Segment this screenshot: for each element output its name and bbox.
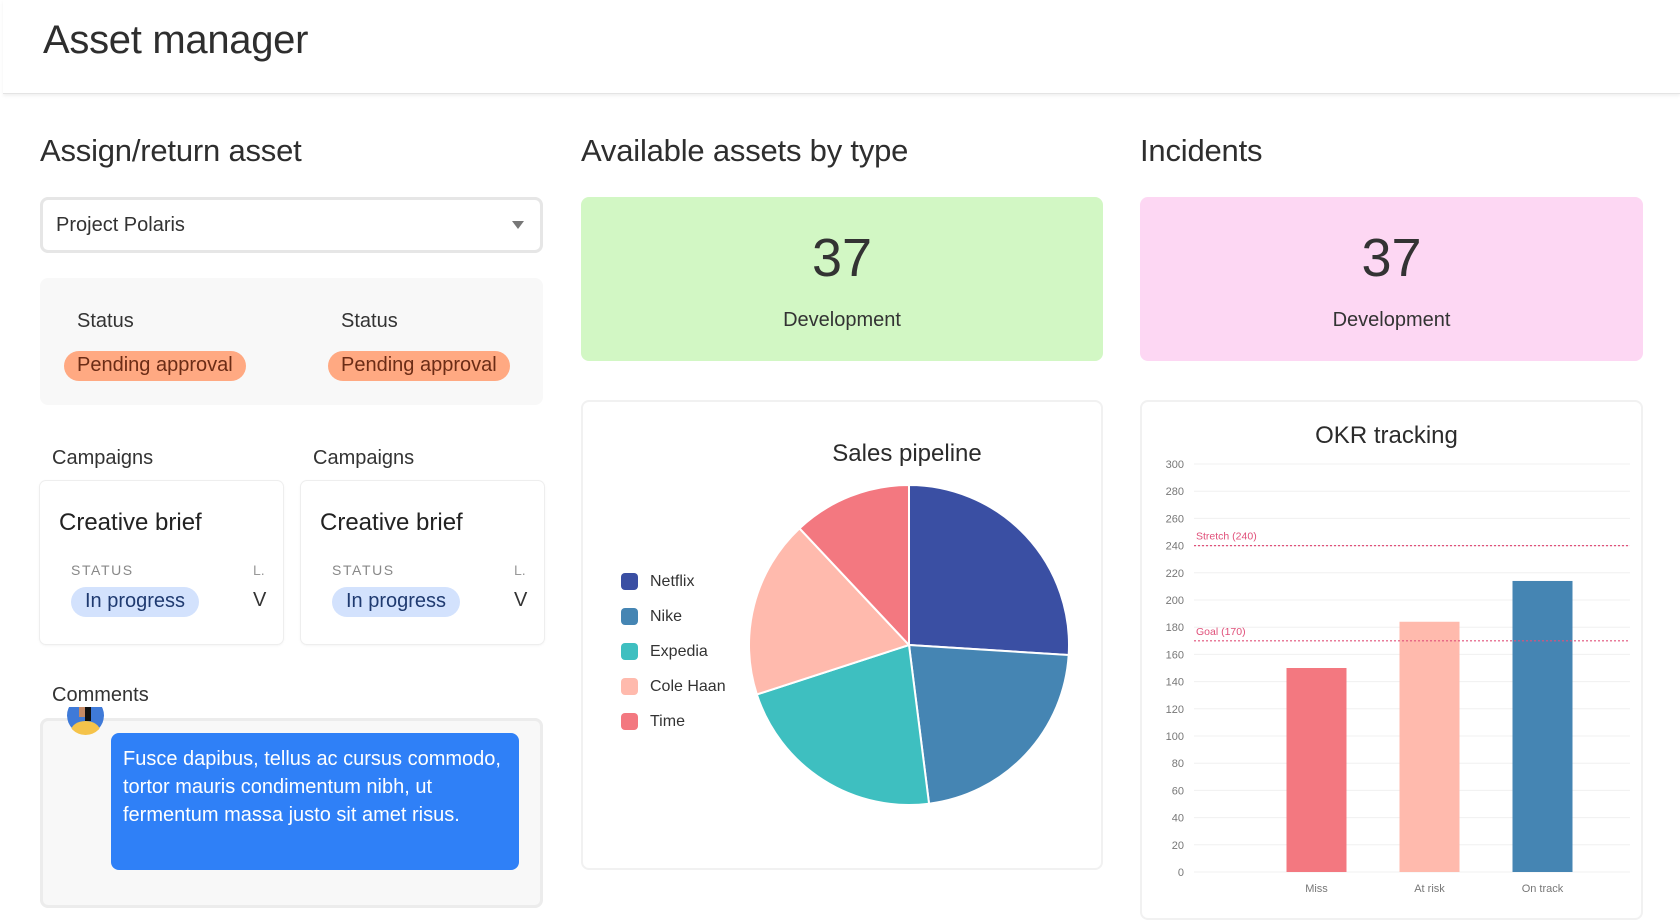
incidents-section-title: Incidents	[1140, 133, 1263, 168]
comments-list[interactable]: Fusce dapibus, tellus ac cursus commodo,…	[40, 707, 543, 908]
kpi-label: Development	[1332, 309, 1451, 331]
comment-bubble: Fusce dapibus, tellus ac cursus commodo,…	[111, 733, 519, 870]
status-panel: Status Pending approval Status Pending a…	[40, 278, 543, 405]
campaign-title: Creative brief	[59, 509, 202, 536]
y-tick-label: 160	[1166, 649, 1184, 661]
okr-tracking-card: OKR tracking 0 20 40 60 80 100 120 140 160 180 200…	[1140, 400, 1643, 920]
campaign-extra-label: L.	[514, 562, 526, 578]
y-tick-label: 40	[1172, 813, 1184, 825]
campaign-title: Creative brief	[320, 509, 463, 536]
pie-slice-netflix[interactable]	[908, 483, 1070, 657]
campaign-card[interactable]: Creative brief STATUS L. In progress V	[301, 481, 544, 644]
status-badge: Pending approval	[328, 351, 510, 381]
project-select[interactable]: Project Polaris	[40, 197, 543, 253]
y-tick-label: 280	[1166, 486, 1184, 498]
y-tick-label: 0	[1178, 867, 1184, 879]
top-bar: Asset manager	[3, 0, 1680, 94]
y-tick-label: 260	[1166, 513, 1184, 525]
kpi-value: 37	[1361, 228, 1422, 288]
campaigns-label: Campaigns	[313, 447, 415, 469]
campaign-extra-label: L.	[253, 562, 265, 578]
kpi-value: 37	[811, 228, 873, 288]
y-tick-label: 300	[1166, 459, 1184, 471]
incidents-kpi-card: 37 Development	[1140, 197, 1643, 361]
y-tick-label: 60	[1172, 785, 1184, 797]
x-tick-label: Miss	[1305, 883, 1328, 895]
available-kpi-card: 37 Development	[581, 197, 1103, 361]
sales-pipeline-card: Sales pipeline Netflix Nike Expedia Cole Ha…	[581, 400, 1103, 870]
campaign-status-label: STATUS	[332, 562, 395, 578]
pie-chart	[748, 483, 1070, 806]
x-tick-label: On track	[1522, 883, 1564, 895]
campaigns-label: Campaigns	[52, 447, 154, 469]
avatar	[67, 707, 104, 735]
status-item: Status Pending approval	[328, 310, 510, 381]
bar-miss[interactable]	[1286, 668, 1347, 872]
campaign-card[interactable]: Creative brief STATUS L. In progress V	[40, 481, 283, 644]
app-title: Asset manager	[43, 18, 309, 62]
y-tick-label: 220	[1166, 568, 1184, 580]
status-badge: Pending approval	[64, 351, 246, 381]
project-select-value: Project Polaris	[56, 213, 185, 236]
y-tick-label: 80	[1172, 758, 1184, 770]
reference-line-label: Goal (170)	[1196, 626, 1246, 638]
y-tick-label: 240	[1166, 541, 1184, 553]
y-tick-label: 20	[1172, 840, 1184, 852]
bar-on-track[interactable]	[1512, 580, 1573, 872]
bar-at-risk[interactable]	[1399, 621, 1460, 872]
y-tick-label: 120	[1166, 704, 1184, 716]
status-item: Status Pending approval	[64, 310, 246, 381]
assign-section-title: Assign/return asset	[40, 133, 302, 168]
available-section-title: Available assets by type	[581, 133, 909, 168]
status-label: Status	[341, 310, 398, 332]
reference-line-label: Stretch (240)	[1196, 531, 1257, 543]
campaign-extra-value: V	[514, 589, 528, 611]
kpi-label: Development	[783, 309, 901, 331]
y-tick-label: 180	[1166, 622, 1184, 634]
x-tick-label: At risk	[1414, 883, 1445, 895]
y-tick-label: 200	[1166, 595, 1184, 607]
campaign-extra-value: V	[253, 589, 267, 611]
y-tick-label: 100	[1166, 731, 1184, 743]
caret-down-icon	[512, 221, 524, 229]
campaign-status-badge: In progress	[71, 587, 200, 617]
pie-slice-nike[interactable]	[907, 643, 1070, 805]
bar-chart: 0 20 40 60 80 100 120 140 160 180 200 220 240 260 280 3…	[1166, 459, 1630, 895]
comments-label: Comments	[52, 684, 149, 706]
campaign-status-label: STATUS	[71, 562, 134, 578]
status-label: Status	[77, 310, 134, 332]
y-tick-label: 140	[1166, 677, 1184, 689]
campaign-status-badge: In progress	[332, 587, 461, 617]
